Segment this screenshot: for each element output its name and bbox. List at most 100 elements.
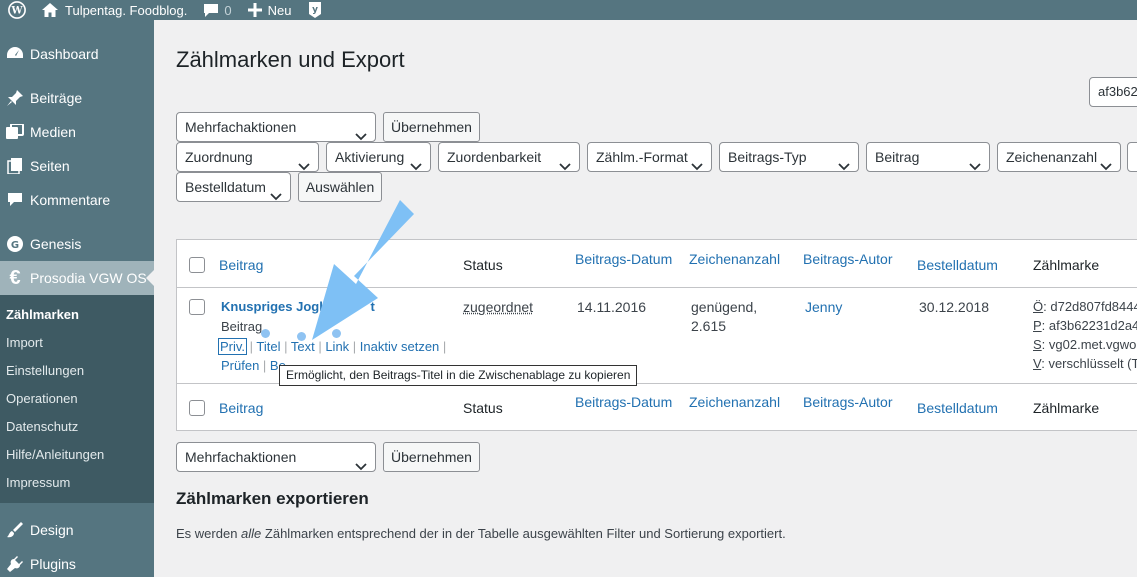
select-filter-button[interactable]: Auswählen — [298, 172, 382, 202]
comments-count: 0 — [224, 2, 232, 18]
mark-key: Ö — [1033, 299, 1044, 314]
column-footer-bestelldatum[interactable]: Bestelldatum — [917, 400, 998, 416]
filter-zaehlmarken-format[interactable]: Zählm.-Format — [587, 142, 712, 172]
order-date: 30.12.2018 — [919, 299, 990, 315]
column-header-zeichenanzahl[interactable]: Zeichenanzahl — [689, 251, 780, 267]
row-checkbox[interactable] — [189, 299, 205, 315]
action-pruefen[interactable]: Prüfen — [221, 358, 259, 373]
mark-value: verschlüsselt (TL — [1048, 356, 1137, 371]
filter-bestelldatum[interactable]: Bestelldatum — [176, 172, 291, 202]
sidebar-item-label: Genesis — [30, 236, 82, 252]
submenu-item-datenschutz[interactable]: Datenschutz — [0, 413, 154, 441]
filter-more[interactable] — [1127, 142, 1137, 172]
column-header-bestelldatum[interactable]: Bestelldatum — [917, 257, 998, 273]
sidebar-item-label: Beiträge — [30, 90, 83, 106]
page-title: Zählmarken und Export — [176, 47, 405, 72]
chevron-down-icon — [298, 152, 310, 171]
filter-zuordenbarkeit[interactable]: Zuordenbarkeit — [438, 142, 580, 172]
sidebar-item-design[interactable]: Design — [0, 513, 154, 547]
mark-value: af3b62231d2a41 — [1048, 318, 1137, 333]
chars-value: 2.615 — [691, 318, 727, 334]
media-icon — [6, 123, 24, 141]
column-header-zaehlmarke: Zählmarke — [1033, 257, 1100, 273]
pin-icon — [6, 89, 24, 107]
chevron-down-icon — [355, 122, 367, 141]
chevron-down-icon — [838, 152, 850, 171]
column-footer-zeichenanzahl[interactable]: Zeichenanzahl — [689, 394, 780, 410]
sidebar-item-beitraege[interactable]: Beiträge — [0, 81, 154, 115]
yoast-seo-icon[interactable]: y — [299, 0, 331, 20]
select-value: Zuordnung — [185, 149, 253, 165]
column-footer-status: Status — [463, 400, 503, 416]
bulk-actions-select-top[interactable]: Mehrfachaktionen — [176, 112, 376, 142]
brush-icon — [6, 521, 24, 539]
column-footer-beitrag[interactable]: Beitrag — [219, 400, 263, 416]
wordpress-logo-icon[interactable]: W — [0, 0, 34, 20]
sidebar-item-label: Kommentare — [30, 192, 111, 208]
mark-value: vg02.met.vgwor — [1048, 337, 1137, 352]
submenu-item-operationen[interactable]: Operationen — [0, 385, 154, 413]
column-footer-beitrags-datum[interactable]: Beitrags-Datum — [575, 394, 672, 410]
chevron-down-icon — [969, 152, 981, 171]
post-date: 14.11.2016 — [577, 299, 647, 315]
bulk-actions-select-bottom[interactable]: Mehrfachaktionen — [176, 442, 376, 472]
tooltip: Ermöglicht, den Beitrags-Titel in die Zw… — [279, 365, 638, 386]
desc-post: Zählmarken entsprechend der in der Tabel… — [261, 526, 786, 541]
submenu-item-zaehlmarken[interactable]: Zählmarken — [0, 301, 154, 329]
apply-button-top[interactable]: Übernehmen — [383, 112, 480, 142]
select-value: Beitrag — [875, 149, 920, 165]
select-all-checkbox-bottom[interactable] — [189, 400, 205, 416]
new-content-link[interactable]: Neu — [240, 0, 300, 20]
comments-icon — [6, 191, 24, 209]
sidebar-item-label: Medien — [30, 124, 76, 140]
author-link[interactable]: Jenny — [805, 299, 842, 315]
column-header-status: Status — [463, 257, 503, 273]
export-description: Es werden alle Zählmarken entsprechend d… — [176, 526, 786, 541]
admin-sidebar: Dashboard Beiträge Medien Seiten Komment… — [0, 20, 154, 577]
annotation-arrow — [312, 200, 414, 340]
select-value: Zählm.-Format — [596, 149, 688, 165]
chars-label: genügend, — [691, 299, 758, 315]
sidebar-item-prosodia[interactable]: € Prosodia VGW OS — [0, 261, 154, 295]
action-titel[interactable]: Titel — [256, 339, 280, 354]
status-value: zugeordnet — [463, 299, 534, 315]
sidebar-item-medien[interactable]: Medien — [0, 115, 154, 149]
select-all-checkbox[interactable] — [189, 257, 205, 273]
submenu-item-import[interactable]: Import — [0, 329, 154, 357]
column-header-beitrags-datum[interactable]: Beitrags-Datum — [575, 251, 672, 267]
chevron-down-icon — [355, 452, 367, 471]
filter-beitrags-typ[interactable]: Beitrags-Typ — [719, 142, 859, 172]
svg-text:W: W — [10, 6, 23, 17]
submenu-item-impressum[interactable]: Impressum — [0, 469, 154, 497]
apply-button-bottom[interactable]: Übernehmen — [383, 442, 480, 472]
site-name-link[interactable]: Tulpentag. Foodblog. — [34, 0, 195, 20]
filter-zeichenanzahl[interactable]: Zeichenanzahl — [997, 142, 1121, 172]
sidebar-item-label: Plugins — [30, 556, 76, 572]
column-footer-beitrags-autor[interactable]: Beitrags-Autor — [803, 394, 892, 410]
euro-icon: € — [9, 266, 21, 289]
column-header-beitrags-autor[interactable]: Beitrags-Autor — [803, 251, 892, 267]
filter-aktivierung[interactable]: Aktivierung — [326, 142, 431, 172]
sidebar-item-seiten[interactable]: Seiten — [0, 149, 154, 183]
sidebar-item-kommentare[interactable]: Kommentare — [0, 183, 154, 217]
mark-key: S — [1033, 337, 1042, 352]
prosodia-submenu: Zählmarken Import Einstellungen Operatio… — [0, 295, 154, 503]
comment-bubble-icon — [203, 3, 219, 18]
sidebar-item-genesis[interactable]: G Genesis — [0, 227, 154, 261]
sidebar-item-dashboard[interactable]: Dashboard — [0, 37, 154, 71]
submenu-item-hilfe[interactable]: Hilfe/Anleitungen — [0, 441, 154, 469]
site-name: Tulpentag. Foodblog. — [65, 2, 188, 18]
sidebar-item-plugins[interactable]: Plugins — [0, 547, 154, 577]
action-priv[interactable]: Priv. — [217, 338, 248, 355]
submenu-item-einstellungen[interactable]: Einstellungen — [0, 357, 154, 385]
mark-server: S: vg02.met.vgwor — [1033, 337, 1137, 352]
column-header-beitrag[interactable]: Beitrag — [219, 257, 263, 273]
sidebar-item-label: Prosodia VGW OS — [30, 270, 147, 286]
filter-beitrag[interactable]: Beitrag — [866, 142, 990, 172]
select-value: Zuordenbarkeit — [447, 149, 542, 165]
filter-zuordnung[interactable]: Zuordnung — [176, 142, 319, 172]
admin-bar: W Tulpentag. Foodblog. 0 Neu y — [0, 0, 1137, 20]
main-content: Zählmarken und Export af3b622 Mehrfachak… — [154, 20, 1137, 577]
search-input[interactable]: af3b622 — [1089, 77, 1137, 107]
comments-link[interactable]: 0 — [195, 0, 239, 20]
